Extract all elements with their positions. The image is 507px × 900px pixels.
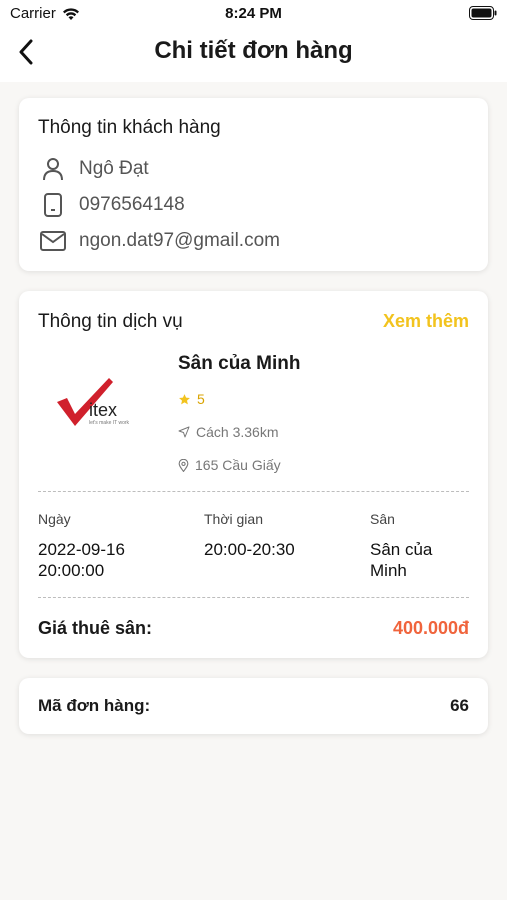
date-value: 2022-09-16 20:00:00 — [38, 540, 125, 580]
navigation-arrow-icon — [178, 426, 190, 438]
service-card-title: Thông tin dịch vụ — [38, 311, 183, 332]
logo-tagline: let's make IT work — [89, 420, 130, 426]
divider — [38, 491, 469, 492]
court-label: Sân — [370, 511, 395, 527]
order-id-value: 66 — [450, 696, 469, 715]
time-label: Thời gian — [204, 511, 263, 527]
time-value: 20:00-20:30 — [204, 540, 295, 559]
customer-phone-row: 0976564148 — [38, 192, 185, 218]
status-bar: Carrier 8:24 PM — [0, 0, 507, 28]
mail-icon — [38, 228, 68, 254]
venue-rating: 5 — [178, 391, 205, 407]
customer-info-card: Thông tin khách hàng Ngô Đạt 0976564148 … — [19, 98, 488, 271]
venue-name: Sân của Minh — [178, 353, 301, 374]
venue-logo: itex let's make IT work — [38, 346, 153, 461]
address-text: 165 Cầu Giấy — [195, 457, 281, 473]
order-id-card: Mã đơn hàng: 66 — [19, 678, 488, 734]
top-bar: Carrier 8:24 PM Chi tiết đơn hàng — [0, 0, 507, 82]
customer-name-row: Ngô Đạt — [38, 156, 149, 182]
see-more-link[interactable]: Xem thêm — [383, 311, 469, 332]
rating-value: 5 — [197, 391, 205, 407]
phone-icon — [38, 192, 68, 218]
customer-phone: 0976564148 — [79, 194, 185, 215]
order-id-label: Mã đơn hàng: — [38, 696, 151, 715]
divider — [38, 597, 469, 598]
customer-name: Ngô Đạt — [79, 158, 149, 179]
location-pin-icon — [178, 458, 189, 472]
rental-price-label: Giá thuê sân: — [38, 618, 153, 638]
rental-price-value: 400.000đ — [392, 618, 469, 638]
venue-address: 165 Cầu Giấy — [178, 457, 281, 473]
customer-card-title: Thông tin khách hàng — [38, 117, 221, 138]
battery-icon — [469, 6, 497, 20]
customer-email-row: ngon.dat97@gmail.com — [38, 228, 280, 254]
date-label: Ngày — [38, 511, 71, 527]
logo-text: itex — [89, 400, 117, 420]
clock: 8:24 PM — [225, 5, 282, 22]
page-title: Chi tiết đơn hàng — [154, 37, 353, 64]
distance-text: Cách 3.36km — [196, 424, 279, 440]
venue-distance: Cách 3.36km — [178, 424, 278, 440]
star-icon — [179, 393, 190, 404]
person-icon — [38, 156, 68, 182]
customer-email: ngon.dat97@gmail.com — [79, 230, 280, 251]
nav-bar: Chi tiết đơn hàng — [0, 30, 507, 74]
service-info-card: Thông tin dịch vụ Xem thêm itex let's ma… — [19, 291, 488, 658]
court-value: Sân của Minh — [370, 540, 433, 580]
